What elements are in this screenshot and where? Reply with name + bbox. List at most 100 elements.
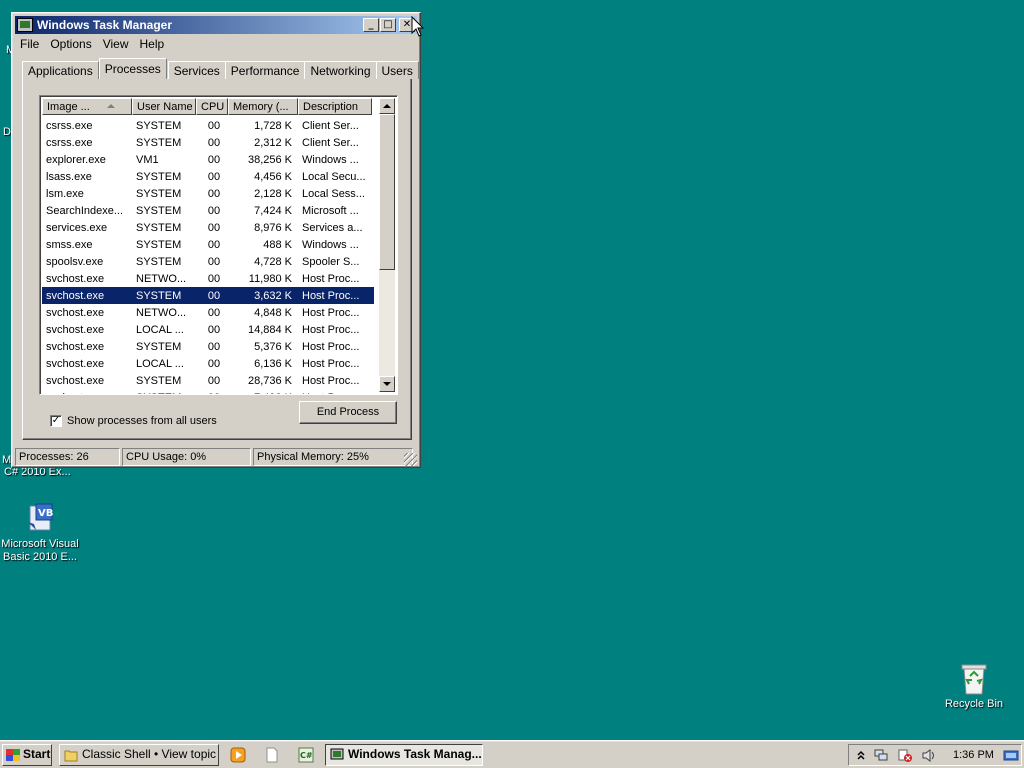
column-label: Image ... xyxy=(47,101,90,113)
task-manager-icon xyxy=(17,18,33,32)
folder-icon xyxy=(64,750,78,762)
description-cell: Windows ... xyxy=(302,238,359,251)
network-icon[interactable] xyxy=(873,748,889,763)
resize-grip-icon[interactable] xyxy=(404,453,417,466)
status-cpu-usage: CPU Usage: 0% xyxy=(122,448,251,466)
show-hidden-icon[interactable] xyxy=(853,748,869,763)
taskbar-button-label: Classic Shell • View topic ... xyxy=(82,747,219,761)
table-row[interactable]: lsm.exe SYSTEM 00 2,128 K Local Sess... xyxy=(42,185,374,202)
volume-icon[interactable] xyxy=(921,748,937,763)
status-physical-memory: Physical Memory: 25% xyxy=(253,448,413,466)
menu-help[interactable]: Help xyxy=(135,35,171,53)
column-description[interactable]: Description xyxy=(298,98,372,115)
tab-services[interactable]: Services xyxy=(167,61,226,79)
user-name-cell: LOCAL ... xyxy=(136,323,184,336)
table-row[interactable]: csrss.exe SYSTEM 00 2,312 K Client Ser... xyxy=(42,134,374,151)
table-row[interactable]: svchost.exe LOCAL ... 00 6,136 K Host Proc..… xyxy=(42,355,374,372)
media-player-icon[interactable] xyxy=(230,747,246,763)
status-bar: Processes: 26 CPU Usage: 0% Physical Mem… xyxy=(15,448,417,466)
column-cpu[interactable]: CPU xyxy=(196,98,228,115)
tab-performance[interactable]: Performance xyxy=(224,61,306,79)
table-row[interactable]: explorer.exe VM1 00 38,256 K Windows ... xyxy=(42,151,374,168)
taskbar-button-classic-shell[interactable]: Classic Shell • View topic ... xyxy=(59,744,219,766)
recycle-bin-icon xyxy=(958,662,990,695)
tab-networking[interactable]: Networking xyxy=(304,61,377,79)
table-row[interactable]: spoolsv.exe SYSTEM 00 4,728 K Spooler S... xyxy=(42,253,374,270)
memory-cell: 8,976 K xyxy=(254,221,292,234)
vertical-scrollbar[interactable] xyxy=(379,98,395,392)
table-row[interactable]: svchost.exe SYSTEM 00 5,376 K Host Proc... xyxy=(42,338,374,355)
memory-cell: 3,632 K xyxy=(254,289,292,302)
menu-view[interactable]: View xyxy=(98,35,135,53)
desktop-icon-visual-basic[interactable]: VB Microsoft Visual Basic 2010 E... xyxy=(0,502,80,564)
process-name-cell: csrss.exe xyxy=(46,119,93,132)
process-list-header: Image ... User Name CPU Memory (... Desc… xyxy=(42,98,372,115)
clock[interactable]: 1:36 PM xyxy=(953,749,994,761)
taskbar-button-label: Windows Task Manag... xyxy=(348,747,482,761)
taskbar-button-task-manager[interactable]: Windows Task Manag... xyxy=(325,744,483,766)
cpu-cell: 00 xyxy=(207,238,221,251)
user-name-cell: SYSTEM xyxy=(136,374,182,387)
memory-cell: 4,456 K xyxy=(254,170,292,183)
table-row[interactable]: smss.exe SYSTEM 00 488 K Windows ... xyxy=(42,236,374,253)
table-row[interactable]: svchost.exeSYSTEM007,492 KHost Proc... xyxy=(42,389,374,395)
user-name-cell: SYSTEM xyxy=(136,136,182,149)
cpu-cell: 00 xyxy=(207,340,221,353)
desktop-icon-label-partial: D xyxy=(3,126,11,138)
column-user-name[interactable]: User Name xyxy=(132,98,196,115)
description-cell: Host Proc... xyxy=(302,306,360,319)
table-row[interactable]: csrss.exe SYSTEM 00 1,728 K Client Ser... xyxy=(42,117,374,134)
table-row[interactable]: svchost.exe NETWO... 00 4,848 K Host Proc... xyxy=(42,304,374,321)
scroll-thumb[interactable] xyxy=(379,114,395,270)
tab-users[interactable]: Users xyxy=(375,61,419,79)
show-desktop-icon[interactable] xyxy=(1003,748,1019,763)
show-all-users-checkbox[interactable]: ✓ xyxy=(50,415,62,427)
cpu-cell: 00 xyxy=(207,119,221,132)
sort-ascending-icon xyxy=(107,104,115,108)
scroll-up-button[interactable] xyxy=(379,98,395,114)
csharp-icon[interactable]: C# xyxy=(298,747,314,763)
cpu-cell: 00 xyxy=(207,357,221,370)
maximize-button[interactable]: □ xyxy=(380,18,396,32)
cpu-cell: 00 xyxy=(207,170,221,183)
column-memory[interactable]: Memory (... xyxy=(228,98,298,115)
memory-cell: 7,424 K xyxy=(254,204,292,217)
minimize-button[interactable]: _ xyxy=(363,18,379,32)
table-row[interactable]: svchost.exe SYSTEM 00 28,736 K Host Proc... xyxy=(42,372,374,389)
action-center-icon[interactable] xyxy=(897,748,913,763)
memory-cell: 28,736 K xyxy=(247,374,292,387)
end-process-button[interactable]: End Process xyxy=(299,401,397,424)
menu-options[interactable]: Options xyxy=(45,35,97,53)
status-processes: Processes: 26 xyxy=(15,448,120,466)
title-bar[interactable]: Windows Task Manager _ □ ✕ xyxy=(15,16,417,34)
cpu-cell: 00 xyxy=(207,136,221,149)
desktop-icon-recycle-bin[interactable]: Recycle Bin xyxy=(934,662,1014,711)
process-name-cell: spoolsv.exe xyxy=(46,255,104,268)
document-icon[interactable] xyxy=(264,747,280,763)
cpu-cell: 00 xyxy=(207,255,221,268)
process-name-cell: lsass.exe xyxy=(46,170,92,183)
scroll-down-button[interactable] xyxy=(379,376,395,392)
start-button[interactable]: Start xyxy=(2,744,52,766)
arrow-up-icon xyxy=(383,104,391,108)
table-row[interactable]: SearchIndexe... SYSTEM 00 7,424 K Microsoft … xyxy=(42,202,374,219)
table-row[interactable]: svchost.exe NETWO... 00 11,980 K Host Proc..… xyxy=(42,270,374,287)
taskbar: Start Classic Shell • View topic ... C# … xyxy=(0,740,1024,768)
user-name-cell: NETWO... xyxy=(136,272,187,285)
table-row[interactable]: lsass.exe SYSTEM 00 4,456 K Local Secu... xyxy=(42,168,374,185)
memory-cell: 4,848 K xyxy=(254,306,292,319)
process-name-cell: svchost.exe xyxy=(46,289,105,302)
system-tray: 1:36 PM xyxy=(848,744,1022,766)
process-list[interactable]: Image ... User Name CPU Memory (... Desc… xyxy=(39,95,398,395)
show-all-users-option[interactable]: ✓ Show processes from all users xyxy=(50,415,217,427)
process-name-cell: lsm.exe xyxy=(46,187,84,200)
description-cell: Windows ... xyxy=(302,153,359,166)
menu-file[interactable]: File xyxy=(15,35,45,53)
tab-applications[interactable]: Applications xyxy=(22,61,99,79)
tab-processes[interactable]: Processes xyxy=(98,58,167,79)
column-image-name[interactable]: Image ... xyxy=(42,98,132,115)
user-name-cell: SYSTEM xyxy=(136,170,182,183)
table-row[interactable]: svchost.exe LOCAL ... 00 14,884 K Host Proc.… xyxy=(42,321,374,338)
table-row[interactable]: services.exe SYSTEM 00 8,976 K Services a... xyxy=(42,219,374,236)
table-row[interactable]: svchost.exe SYSTEM 00 3,632 K Host Proc... xyxy=(42,287,374,304)
